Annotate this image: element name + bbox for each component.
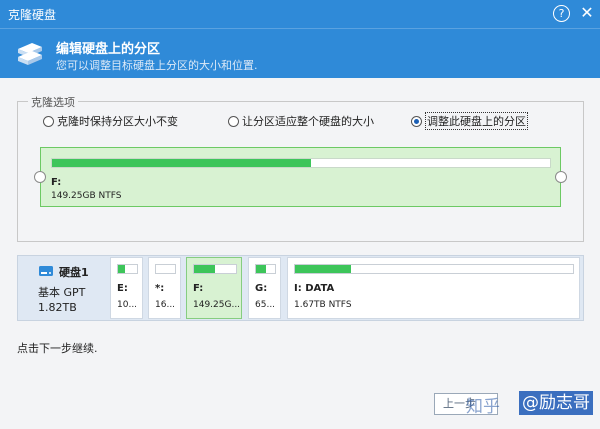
partition-label: E:	[117, 283, 128, 294]
partition-usage-bar	[193, 264, 237, 274]
radio-edit-partitions[interactable]: 调整此硬盘上的分区	[411, 112, 528, 130]
radio-label: 克隆时保持分区大小不变	[57, 115, 178, 128]
disk-size: 1.82TB	[38, 301, 77, 314]
radio-label: 让分区适应整个硬盘的大小	[242, 115, 374, 128]
partition-label: F:	[193, 283, 204, 294]
disk-type: 基本 GPT	[38, 286, 86, 299]
radio-keep-size[interactable]: 克隆时保持分区大小不变	[43, 113, 178, 129]
partition-usage-fill	[295, 265, 351, 273]
partition-tile[interactable]: E: 10...	[110, 257, 143, 319]
partition-usage-bar	[294, 264, 574, 274]
partition-size: 149.25G...	[193, 300, 241, 310]
resize-handle-right[interactable]	[555, 171, 567, 183]
radio-label: 调整此硬盘上的分区	[425, 112, 528, 130]
help-icon[interactable]: ?	[553, 5, 570, 22]
partition-tile-selected[interactable]: F: 149.25G...	[186, 257, 242, 319]
partition-usage-fill	[52, 159, 311, 167]
close-icon[interactable]: ✕	[578, 2, 596, 24]
wizard-header: 编辑硬盘上的分区 您可以调整目标硬盘上分区的大小和位置.	[0, 28, 600, 78]
title-bar: 克隆硬盘 ? ✕	[0, 0, 600, 28]
partition-usage-bar	[51, 158, 551, 168]
radio-circle[interactable]	[43, 115, 54, 127]
partition-size: 10...	[117, 300, 138, 310]
partition-resize-box[interactable]: F: 149.25GB NTFS	[40, 147, 561, 207]
partition-usage-fill	[256, 265, 267, 273]
partition-usage-bar	[117, 264, 138, 274]
radio-circle-selected[interactable]	[411, 115, 422, 127]
clone-options-legend: 克隆选项	[28, 94, 78, 110]
partition-size: 65...	[255, 300, 276, 310]
radio-fit-disk[interactable]: 让分区适应整个硬盘的大小	[228, 113, 374, 129]
page-subtitle: 您可以调整目标硬盘上分区的大小和位置.	[56, 59, 258, 72]
disk-name: 硬盘1	[59, 266, 89, 279]
page-title: 编辑硬盘上的分区	[56, 42, 161, 57]
partition-tile[interactable]: G: 65...	[248, 257, 281, 319]
hard-disk-icon	[39, 266, 53, 276]
partition-info: 149.25GB NTFS	[51, 191, 122, 201]
watermark-right: @励志哥	[519, 391, 593, 415]
hint-text: 点击下一步继续.	[17, 342, 98, 355]
disk-clone-icon	[18, 43, 42, 65]
partition-usage-bar	[255, 264, 276, 274]
partition-tile[interactable]: *: 16...	[148, 257, 181, 319]
watermark-left: 知乎	[466, 397, 500, 417]
partition-usage-fill	[194, 265, 215, 273]
partition-usage-bar	[155, 264, 176, 274]
window-title: 克隆硬盘	[8, 8, 57, 22]
partition-label: I: DATA	[294, 283, 335, 294]
resize-handle-left[interactable]	[34, 171, 46, 183]
radio-circle[interactable]	[228, 115, 239, 127]
partition-label: *:	[155, 283, 165, 294]
partition-tile[interactable]: I: DATA 1.67TB NTFS	[287, 257, 580, 319]
partition-size: 1.67TB NTFS	[294, 300, 352, 310]
partition-size: 16...	[155, 300, 176, 310]
partition-name: F:	[51, 177, 62, 188]
disk-info: 硬盘1 基本 GPT 1.82TB	[18, 256, 104, 320]
partition-label: G:	[255, 283, 268, 294]
partition-usage-fill	[118, 265, 125, 273]
